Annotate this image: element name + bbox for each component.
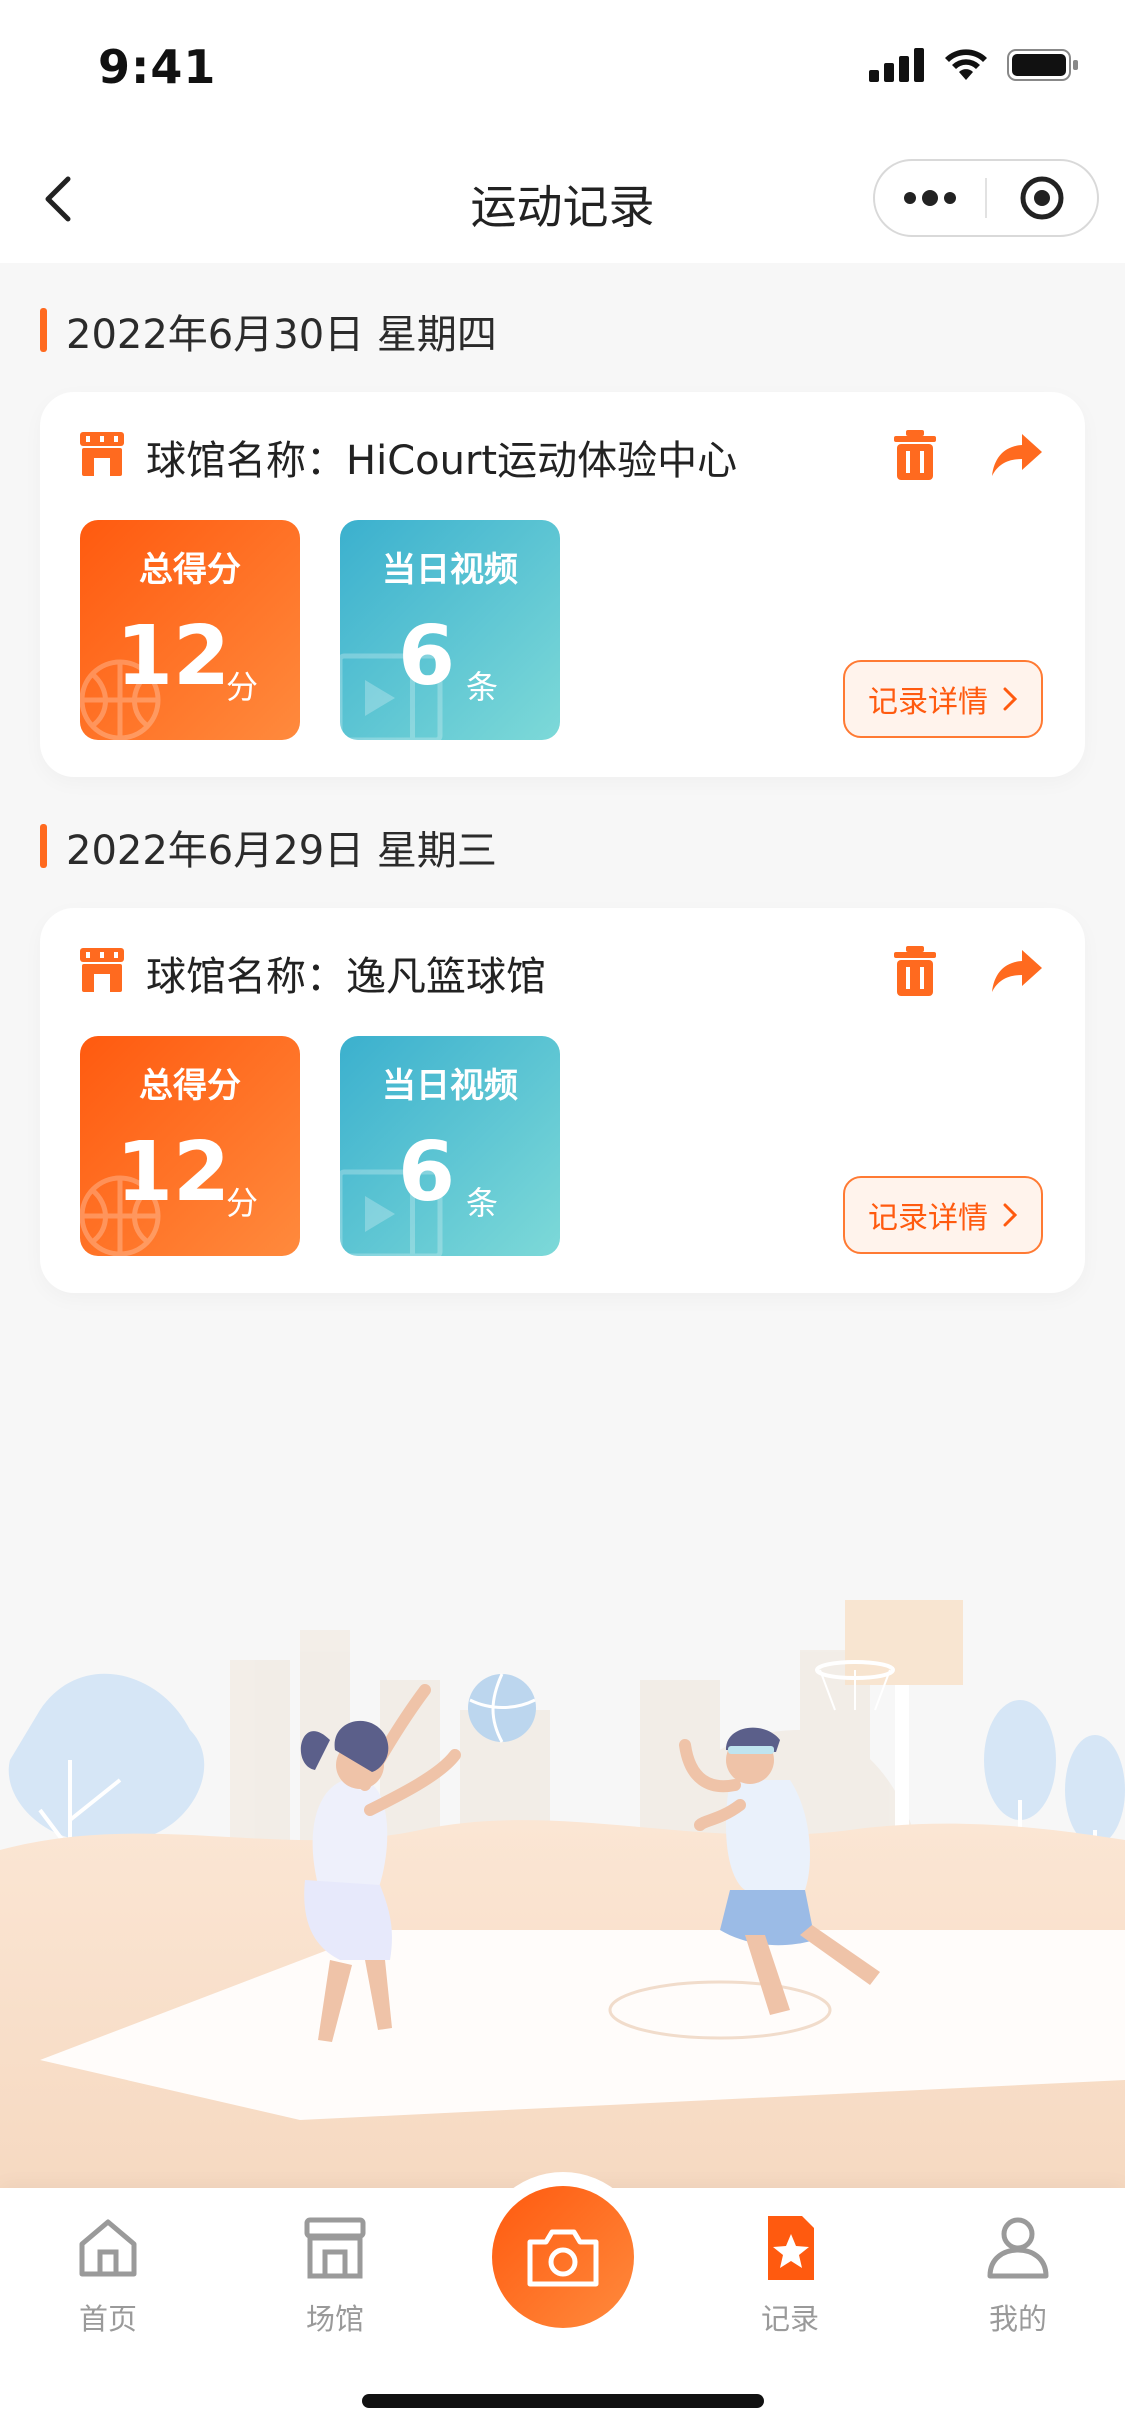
- venue-store-icon: [80, 948, 124, 992]
- venue-label: 球馆名称：: [146, 954, 346, 1000]
- share-icon[interactable]: [990, 946, 1044, 996]
- status-time: 9:41: [98, 40, 217, 94]
- tab-label: 首页: [78, 2302, 137, 2336]
- tab-label: 记录: [760, 2302, 819, 2336]
- tab-profile[interactable]: 我的: [948, 2214, 1088, 2336]
- record-card: 球馆名称：逸凡篮球馆 总得分 12 分 当日视频 6 条 记录详情: [40, 908, 1085, 1293]
- more-dots-icon: [904, 190, 956, 206]
- venue-store-icon: [80, 432, 124, 476]
- videos-label: 当日视频: [382, 550, 518, 590]
- target-close-icon: [1020, 176, 1064, 220]
- more-button[interactable]: [875, 161, 985, 235]
- delete-icon[interactable]: [892, 428, 938, 482]
- total-score-tile: 总得分 12 分: [80, 520, 300, 740]
- videos-unit: 条: [466, 668, 499, 706]
- venue-name: 球馆名称：HiCourt运动体验中心: [146, 428, 737, 486]
- wifi-icon: [945, 49, 987, 80]
- delete-icon[interactable]: [892, 944, 938, 998]
- score-label: 总得分: [139, 1066, 241, 1106]
- record-card: 球馆名称：HiCourt运动体验中心 总得分 12 分 当日视频 6 条 记录详…: [40, 392, 1085, 777]
- battery-icon: [1007, 49, 1078, 81]
- profile-icon: [987, 2217, 1049, 2279]
- home-icon: [79, 2219, 137, 2277]
- tab-venue[interactable]: 场馆: [265, 2214, 405, 2336]
- tab-label: 场馆: [305, 2302, 364, 2336]
- score-value: 12: [116, 1125, 231, 1220]
- videos-unit: 条: [466, 1184, 499, 1222]
- tab-home[interactable]: 首页: [38, 2214, 178, 2336]
- record-detail-label: 记录详情: [868, 685, 988, 720]
- record-date-heading: 2022年6月30日 星期四: [40, 302, 497, 360]
- daily-videos-tile: 当日视频 6 条: [340, 1036, 560, 1256]
- venue-name: 球馆名称：逸凡篮球馆: [146, 944, 546, 1002]
- close-mini-program-button[interactable]: [987, 161, 1097, 235]
- chevron-right-icon: [1003, 687, 1018, 711]
- share-icon[interactable]: [990, 430, 1044, 480]
- navigation-bar: 运动记录: [0, 135, 1125, 263]
- venue-label: 球馆名称：: [146, 438, 346, 484]
- score-unit: 分: [226, 668, 259, 706]
- basketball-players-illustration: [0, 1600, 1125, 2190]
- score-label: 总得分: [139, 550, 241, 590]
- record-detail-button[interactable]: 记录详情: [843, 660, 1043, 738]
- record-detail-button[interactable]: 记录详情: [843, 1176, 1043, 1254]
- tab-records[interactable]: 记录: [720, 2214, 860, 2336]
- camera-button[interactable]: [492, 2186, 634, 2328]
- record-detail-label: 记录详情: [868, 1201, 988, 1236]
- mini-program-capsule: [873, 159, 1099, 237]
- record-date-heading: 2022年6月29日 星期三: [40, 818, 497, 876]
- venue-store-icon: [304, 2217, 366, 2279]
- videos-label: 当日视频: [382, 1066, 518, 1106]
- daily-videos-tile: 当日视频 6 条: [340, 520, 560, 740]
- chevron-right-icon: [1003, 1203, 1018, 1227]
- videos-value: 6: [398, 1125, 456, 1220]
- camera-icon: [527, 2229, 599, 2287]
- cellular-signal-icon: [869, 48, 924, 82]
- record-star-icon: [768, 2216, 814, 2280]
- tab-label: 我的: [988, 2302, 1047, 2336]
- score-value: 12: [116, 609, 231, 704]
- venue-name-value: HiCourt运动体验中心: [346, 438, 738, 484]
- status-bar: 9:41: [0, 0, 1125, 135]
- home-indicator: [362, 2394, 764, 2408]
- videos-value: 6: [398, 609, 456, 704]
- status-icons: [869, 48, 1079, 82]
- total-score-tile: 总得分 12 分: [80, 1036, 300, 1256]
- venue-name-value: 逸凡篮球馆: [346, 954, 546, 1000]
- score-unit: 分: [226, 1184, 259, 1222]
